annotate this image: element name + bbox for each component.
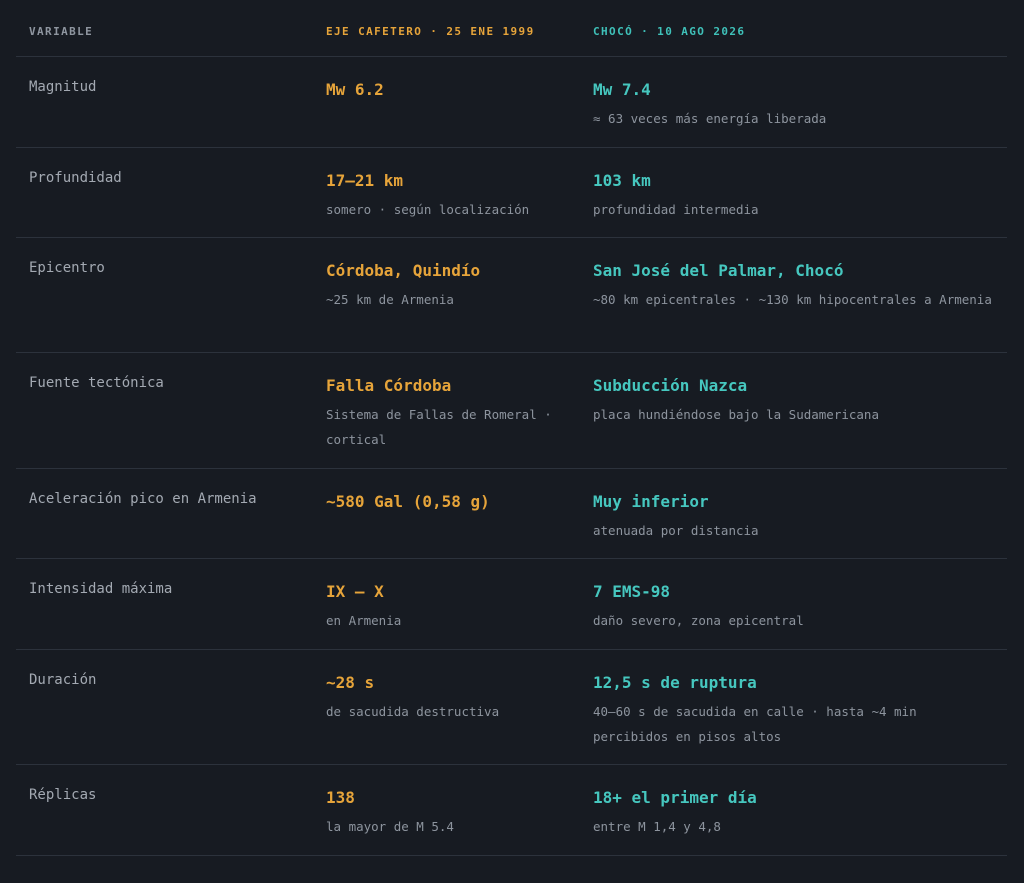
variable-cell: Aceleración pico en Armenia — [16, 469, 313, 558]
variable-cell: Réplicas — [16, 765, 313, 855]
variable-label: Magnitud — [29, 79, 97, 95]
variable-label: Duración — [29, 672, 97, 688]
table-row: Fuente tectónica Falla Córdoba Sistema d… — [16, 353, 1007, 469]
event-a-value: Falla Córdoba — [326, 376, 452, 395]
event-a-cell: IX – X en Armenia — [313, 559, 580, 649]
event-b-value: San José del Palmar, Chocó — [593, 261, 844, 280]
event-b-cell: Mw 7.4 ≈ 63 veces más energía liberada — [580, 57, 1007, 147]
header-event-a: EJE CAFETERO · 25 ENE 1999 — [326, 25, 535, 38]
event-a-cell: 17–21 km somero · según localización — [313, 148, 580, 237]
event-b-note: daño severo, zona epicentral — [593, 613, 804, 628]
variable-label: Intensidad máxima — [29, 581, 173, 597]
event-b-note: 40–60 s de sacudida en calle · hasta ~4 … — [593, 704, 917, 744]
event-b-note: ≈ 63 veces más energía liberada — [593, 111, 827, 126]
event-b-value: 7 EMS-98 — [593, 582, 671, 601]
header-event-b: CHOCÓ · 10 AGO 2026 — [593, 25, 746, 38]
table-row: Epicentro Córdoba, Quindío ~25 km de Arm… — [16, 238, 1007, 353]
table-row: Duración ~28 s de sacudida destructiva 1… — [16, 650, 1007, 765]
variable-cell: Profundidad — [16, 148, 313, 237]
event-b-cell: 12,5 s de ruptura 40–60 s de sacudida en… — [580, 650, 1007, 764]
event-b-note: atenuada por distancia — [593, 523, 759, 538]
event-a-note: Sistema de Fallas de Romeral · cortical — [326, 407, 552, 447]
event-a-note: de sacudida destructiva — [326, 704, 500, 719]
event-b-value: 18+ el primer día — [593, 788, 757, 807]
variable-label: Réplicas — [29, 787, 97, 803]
event-b-cell: 18+ el primer día entre M 1,4 y 4,8 — [580, 765, 1007, 855]
event-a-cell: ~28 s de sacudida destructiva — [313, 650, 580, 764]
event-a-cell: Mw 6.2 — [313, 57, 580, 147]
event-a-note: somero · según localización — [326, 202, 530, 217]
variable-label: Aceleración pico en Armenia — [29, 491, 257, 507]
header-variable: VARIABLE — [29, 25, 94, 38]
table-row: Intensidad máxima IX – X en Armenia 7 EM… — [16, 559, 1007, 650]
event-a-note: la mayor de M 5.4 — [326, 819, 454, 834]
table-row: Profundidad 17–21 km somero · según loca… — [16, 148, 1007, 238]
event-a-note: en Armenia — [326, 613, 402, 628]
event-b-value: Subducción Nazca — [593, 376, 748, 395]
variable-cell: Fuente tectónica — [16, 353, 313, 468]
variable-cell: Epicentro — [16, 238, 313, 352]
event-b-value: 103 km — [593, 171, 651, 190]
table-row: Magnitud Mw 6.2 Mw 7.4 ≈ 63 veces más en… — [16, 57, 1007, 148]
variable-label: Profundidad — [29, 170, 122, 186]
variable-cell: Intensidad máxima — [16, 559, 313, 649]
event-b-cell: San José del Palmar, Chocó ~80 km epicen… — [580, 238, 1007, 352]
event-b-cell: Muy inferior atenuada por distancia — [580, 469, 1007, 558]
event-b-note: ~80 km epicentrales · ~130 km hipocentra… — [593, 292, 992, 307]
variable-cell: Magnitud — [16, 57, 313, 147]
event-b-cell: 7 EMS-98 daño severo, zona epicentral — [580, 559, 1007, 649]
event-a-cell: 138 la mayor de M 5.4 — [313, 765, 580, 855]
event-b-cell: 103 km profundidad intermedia — [580, 148, 1007, 237]
event-a-value: Córdoba, Quindío — [326, 261, 481, 280]
event-a-value: IX – X — [326, 582, 384, 601]
event-a-value: 138 — [326, 788, 355, 807]
comparison-table: VARIABLE EJE CAFETERO · 25 ENE 1999 CHOC… — [16, 0, 1007, 856]
event-a-cell: ~580 Gal (0,58 g) — [313, 469, 580, 558]
table-row: Réplicas 138 la mayor de M 5.4 18+ el pr… — [16, 765, 1007, 856]
variable-label: Fuente tectónica — [29, 375, 164, 391]
variable-cell: Duración — [16, 650, 313, 764]
event-b-value: 12,5 s de ruptura — [593, 673, 757, 692]
event-a-value: 17–21 km — [326, 171, 404, 190]
event-a-value: Mw 6.2 — [326, 80, 384, 99]
event-b-note: placa hundiéndose bajo la Sudamericana — [593, 407, 879, 422]
table-header: VARIABLE EJE CAFETERO · 25 ENE 1999 CHOC… — [16, 0, 1007, 57]
event-a-note: ~25 km de Armenia — [326, 292, 454, 307]
variable-label: Epicentro — [29, 260, 105, 276]
event-a-value: ~580 Gal (0,58 g) — [326, 492, 490, 511]
event-b-value: Mw 7.4 — [593, 80, 651, 99]
event-b-value: Muy inferior — [593, 492, 709, 511]
event-b-cell: Subducción Nazca placa hundiéndose bajo … — [580, 353, 1007, 468]
event-b-note: profundidad intermedia — [593, 202, 759, 217]
event-a-cell: Falla Córdoba Sistema de Fallas de Romer… — [313, 353, 580, 468]
event-b-note: entre M 1,4 y 4,8 — [593, 819, 721, 834]
event-a-value: ~28 s — [326, 673, 375, 692]
table-row: Aceleración pico en Armenia ~580 Gal (0,… — [16, 469, 1007, 559]
event-a-cell: Córdoba, Quindío ~25 km de Armenia — [313, 238, 580, 352]
